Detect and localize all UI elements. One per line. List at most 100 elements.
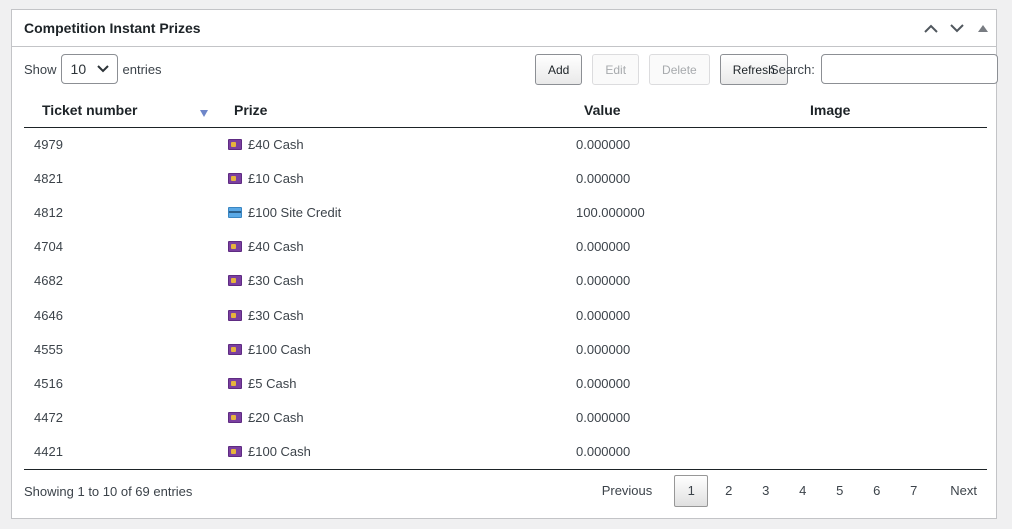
prize-cell: £30 Cash xyxy=(218,298,566,332)
image-cell xyxy=(793,332,987,366)
table-row[interactable]: 4646 £30 Cash 0.000000 xyxy=(24,298,987,332)
table-row[interactable]: 4421 £100 Cash 0.000000 xyxy=(24,435,987,469)
prize-label: £100 Cash xyxy=(248,444,311,460)
prize-label: £30 Cash xyxy=(248,307,304,323)
image-cell xyxy=(793,161,987,195)
image-cell xyxy=(793,127,987,161)
triangle-up-icon xyxy=(978,24,988,32)
table-footer: Showing 1 to 10 of 69 entries Previous 1… xyxy=(24,468,987,510)
table-row[interactable]: 4979 £40 Cash 0.000000 xyxy=(24,127,987,161)
panel-handle-actions xyxy=(918,10,996,46)
prize-cell: £40 Cash xyxy=(218,127,566,161)
panel-title: Competition Instant Prizes xyxy=(24,20,201,36)
ticket-number-cell: 4682 xyxy=(34,273,63,289)
prize-cell: £100 Cash xyxy=(218,332,566,366)
ticket-number-cell: 4646 xyxy=(34,307,63,323)
page-2-button[interactable]: 2 xyxy=(710,475,747,507)
prize-cell: £100 Site Credit xyxy=(218,195,566,229)
table-row[interactable]: 4821 £10 Cash 0.000000 xyxy=(24,161,987,195)
chevron-up-icon xyxy=(924,24,938,33)
prize-cell: £5 Cash xyxy=(218,366,566,400)
prize-label: £40 Cash xyxy=(248,136,304,152)
value-cell: 0.000000 xyxy=(576,410,631,426)
value-cell: 0.000000 xyxy=(576,444,631,460)
edit-button[interactable]: Edit xyxy=(592,54,640,85)
cash-icon xyxy=(228,377,242,389)
table-header-row: Ticket number Prize Value Image xyxy=(24,93,987,128)
cash-icon xyxy=(228,309,242,321)
prize-label: £5 Cash xyxy=(248,375,297,391)
value-cell: 0.000000 xyxy=(576,375,631,391)
toggle-panel-button[interactable] xyxy=(970,10,996,46)
ticket-number-cell: 4821 xyxy=(34,170,63,186)
prize-label: £100 Site Credit xyxy=(248,204,342,220)
show-label: Show xyxy=(24,61,57,77)
table-body: 4979 £40 Cash 0.000000 4821 £10 Cash 0.000000… xyxy=(24,127,987,469)
page-4-button[interactable]: 4 xyxy=(784,475,821,507)
delete-button[interactable]: Delete xyxy=(649,54,710,85)
entries-length-control: Show 10 entries xyxy=(24,54,162,84)
previous-page-button[interactable]: Previous xyxy=(592,475,663,507)
page-1-button[interactable]: 1 xyxy=(674,474,709,507)
table-row[interactable]: 4812 £100 Site Credit 100.000000 xyxy=(24,195,987,229)
search-input[interactable] xyxy=(820,54,998,84)
ticket-number-cell: 4472 xyxy=(34,410,63,426)
cash-icon xyxy=(228,412,242,424)
credit-card-icon xyxy=(228,206,242,218)
add-button[interactable]: Add xyxy=(535,54,583,85)
move-up-button[interactable] xyxy=(918,10,944,46)
value-cell: 100.000000 xyxy=(576,204,645,220)
table-row[interactable]: 4704 £40 Cash 0.000000 xyxy=(24,230,987,264)
chevron-down-icon xyxy=(96,65,109,73)
prize-cell: £100 Cash xyxy=(218,435,566,469)
image-cell xyxy=(793,298,987,332)
value-cell: 0.000000 xyxy=(576,307,631,323)
table-row[interactable]: 4682 £30 Cash 0.000000 xyxy=(24,264,987,298)
column-header-prize[interactable]: Prize xyxy=(218,93,566,128)
panel-header: Competition Instant Prizes xyxy=(12,10,996,47)
ticket-number-cell: 4704 xyxy=(34,239,63,255)
image-cell xyxy=(793,195,987,229)
column-header-ticket-number[interactable]: Ticket number xyxy=(24,93,218,128)
ticket-number-cell: 4516 xyxy=(34,375,63,391)
next-page-button[interactable]: Next xyxy=(940,475,987,507)
page-6-button[interactable]: 6 xyxy=(858,475,895,507)
entries-per-page-value: 10 xyxy=(70,61,87,77)
column-header-value[interactable]: Value xyxy=(566,93,793,128)
table-toolbar: Show 10 entries Add Edit Delete Refresh … xyxy=(24,47,998,93)
cash-icon xyxy=(228,138,242,150)
value-cell: 0.000000 xyxy=(576,341,631,357)
image-cell xyxy=(793,230,987,264)
image-cell xyxy=(793,366,987,400)
ticket-number-cell: 4979 xyxy=(34,136,63,152)
entries-per-page-select[interactable]: 10 xyxy=(60,54,118,84)
entries-label: entries xyxy=(122,61,162,77)
prize-label: £30 Cash xyxy=(248,273,304,289)
sort-descending-icon xyxy=(200,110,208,117)
column-header-image[interactable]: Image xyxy=(793,93,987,128)
prize-label: £40 Cash xyxy=(248,239,304,255)
panel-body: Show 10 entries Add Edit Delete Refresh … xyxy=(12,47,998,510)
page-7-button[interactable]: 7 xyxy=(895,475,932,507)
page-numbers: 1234567 xyxy=(672,474,932,507)
ticket-number-cell: 4555 xyxy=(34,341,63,357)
page-5-button[interactable]: 5 xyxy=(821,475,858,507)
table-info: Showing 1 to 10 of 69 entries xyxy=(24,483,193,499)
value-cell: 0.000000 xyxy=(576,136,631,152)
prize-label: £20 Cash xyxy=(248,410,304,426)
image-cell xyxy=(793,435,987,469)
table-row[interactable]: 4516 £5 Cash 0.000000 xyxy=(24,366,987,400)
value-cell: 0.000000 xyxy=(576,273,631,289)
search-control: Search: xyxy=(770,54,998,84)
prize-cell: £40 Cash xyxy=(218,230,566,264)
page-3-button[interactable]: 3 xyxy=(747,475,784,507)
ticket-number-cell: 4812 xyxy=(34,204,63,220)
table-row[interactable]: 4555 £100 Cash 0.000000 xyxy=(24,332,987,366)
image-cell xyxy=(793,264,987,298)
prize-label: £10 Cash xyxy=(248,170,304,186)
cash-icon xyxy=(228,241,242,253)
move-down-button[interactable] xyxy=(944,10,970,46)
action-buttons: Add Edit Delete Refresh xyxy=(535,54,788,85)
prize-label: £100 Cash xyxy=(248,341,311,357)
table-row[interactable]: 4472 £20 Cash 0.000000 xyxy=(24,401,987,435)
